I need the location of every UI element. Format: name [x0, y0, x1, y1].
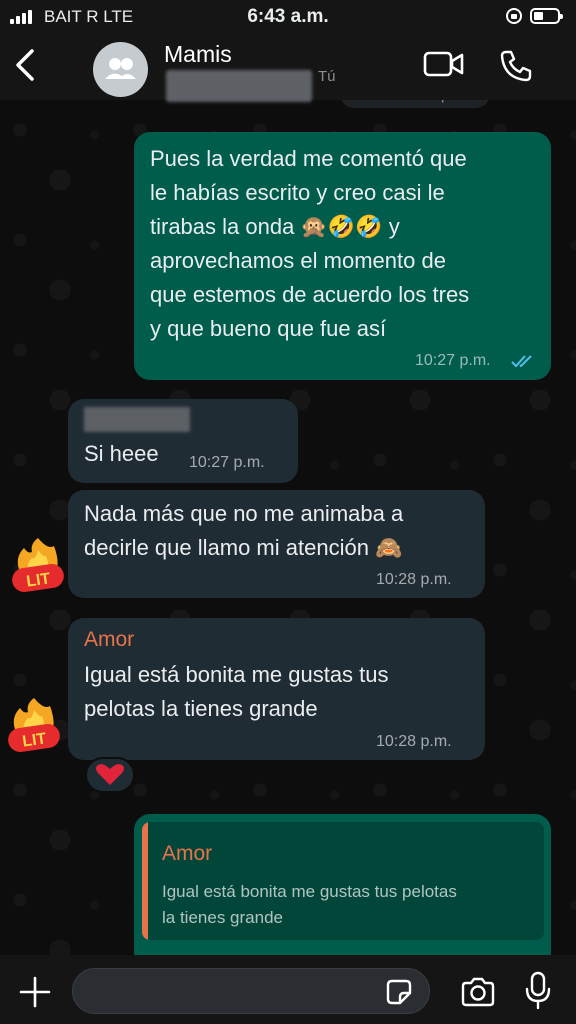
phone-call-icon[interactable]	[496, 46, 536, 86]
message-line: aprovechamos el momento de	[150, 248, 446, 273]
message-line: le habías escrito y creo casi le	[150, 180, 445, 205]
message-time: 10:28 p.m.	[376, 571, 452, 588]
message-line: que estemos de acuerdo los tres	[150, 282, 470, 307]
chat-header: Mamis Tú	[0, 34, 576, 102]
sender-name: Amor	[84, 628, 135, 651]
battery-icon	[530, 8, 563, 24]
lit-sticker-text: LIT	[25, 570, 51, 590]
message-line: Nada más que no me animaba a	[84, 501, 404, 526]
quote-accent-bar	[142, 822, 148, 940]
redacted-participants	[166, 70, 312, 102]
message-line: tirabas la onda 🙊🤣🤣 y	[150, 214, 400, 239]
clock: 6:43 a.m.	[247, 6, 329, 27]
redacted-sender	[84, 407, 190, 432]
incoming-message[interactable]: Nada más que no me animaba a decirle que…	[68, 490, 485, 598]
lit-sticker-text: LIT	[21, 730, 47, 750]
message-time: 10:27 p.m.	[415, 352, 491, 369]
message-time: 10:28 p.m.	[376, 733, 452, 750]
message-line: Pues la verdad me comentó que	[150, 146, 467, 171]
outgoing-message[interactable]: Pues la verdad me comentó que le habías …	[134, 132, 551, 380]
message-line: Igual está bonita me gustas tus	[84, 662, 389, 687]
heart-reaction[interactable]	[85, 757, 135, 793]
lit-sticker-avatar[interactable]: LIT	[8, 536, 68, 596]
contact-name[interactable]: Mamis	[164, 41, 232, 68]
message-line: pelotas la tienes grande	[84, 696, 318, 721]
incoming-message[interactable]: Amor Igual está bonita me gustas tus pel…	[68, 618, 485, 760]
message-input[interactable]	[72, 968, 430, 1014]
plus-icon[interactable]	[18, 975, 52, 1009]
read-receipt-icon	[510, 352, 538, 370]
status-bar: BAIT R LTE 6:43 a.m.	[0, 0, 576, 34]
message-time: 10:27 p.m.	[189, 454, 265, 471]
quoted-sender: Amor	[162, 842, 213, 865]
incoming-message[interactable]: Si heee 10:27 p.m.	[68, 399, 298, 483]
group-avatar-icon[interactable]	[93, 42, 148, 97]
quoted-message[interactable]: Amor Igual está bonita me gustas tus pel…	[142, 822, 544, 940]
participants-suffix: Tú	[318, 68, 336, 85]
message-text: Si heee	[84, 441, 159, 466]
microphone-icon[interactable]	[524, 971, 552, 1011]
quoted-text-line: Igual está bonita me gustas tus pelotas	[162, 882, 457, 901]
message-line: y que bueno que fue así	[150, 316, 387, 341]
orientation-lock-icon	[506, 8, 522, 24]
quoted-text-line: la tienes grande	[162, 908, 283, 927]
sticker-icon[interactable]	[384, 977, 414, 1007]
heart-icon	[96, 764, 124, 785]
lit-sticker-avatar[interactable]: LIT	[4, 696, 64, 756]
back-chevron-icon[interactable]	[12, 48, 38, 82]
camera-icon[interactable]	[459, 977, 497, 1007]
message-input-bar	[0, 955, 576, 1024]
message-line: decirle que llamo mi atención 🙈	[84, 535, 403, 560]
video-call-icon[interactable]	[422, 49, 466, 79]
